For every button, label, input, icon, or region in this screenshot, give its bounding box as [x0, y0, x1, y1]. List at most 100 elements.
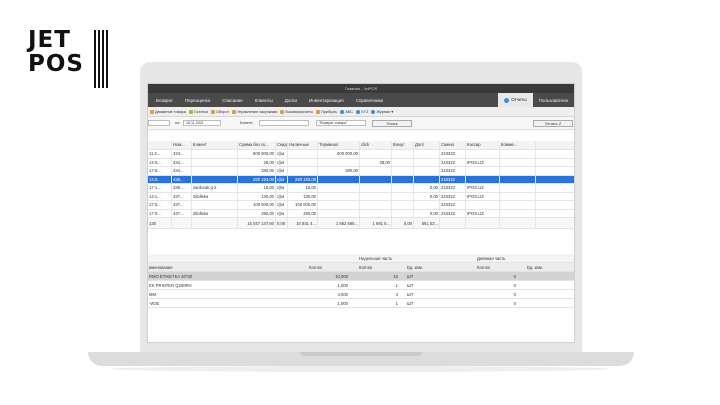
journal-icon	[371, 109, 376, 114]
date-to-field[interactable]: 18.11.2021	[183, 120, 221, 126]
table-cell: 0,00	[392, 218, 414, 228]
table-cell	[526, 281, 570, 289]
tab-reports[interactable]: Отчеты	[498, 93, 533, 107]
table-cell	[392, 209, 414, 217]
table-cell	[360, 209, 392, 217]
table-cell: 243322	[440, 150, 466, 158]
table-cell: 290,00	[288, 209, 318, 217]
toolbar-item-xyz[interactable]: XYZ	[356, 109, 368, 114]
logo-line-1: JET	[28, 27, 71, 53]
table-cell: 100 000,00	[238, 201, 276, 209]
table-cell	[526, 290, 570, 298]
table-cell: 561 53...	[414, 218, 440, 228]
table-row[interactable]: EK PRINTER Q260RH 1,000 1 ШТ 0	[148, 281, 574, 290]
table-row[interactable]: 14:1... 437... Zilolleka 130,00 сўм 130,00 0,0…	[148, 192, 574, 201]
table-cell	[360, 184, 392, 192]
table-cell	[500, 167, 536, 175]
menu-item-inventory[interactable]: Инвентаризация	[309, 98, 344, 103]
column-header[interactable]: click	[360, 141, 392, 149]
date-from-field[interactable]	[148, 120, 170, 126]
table-cell: 243322	[440, 209, 466, 217]
table-row[interactable]: RMO ETIKETKA 40*30 10,000 10 ШТ 0	[148, 272, 574, 281]
toolbar-item-purchasing[interactable]: Управление закупками	[232, 109, 277, 114]
table-cell: 243322	[440, 184, 466, 192]
table-row[interactable]: 11:2... 434... 600 000,00 сўм 600 000,00 2433…	[148, 150, 574, 159]
detail-header-row: именование Кол-во Кол-во Ед. изм. Кол-во Ед. …	[148, 263, 574, 272]
column-header[interactable]: Кол-во	[476, 263, 517, 271]
table-cell: 280 193,00	[238, 175, 276, 183]
table-cell	[360, 150, 392, 158]
table-cell	[500, 158, 536, 166]
toolbar-item-settlements[interactable]: Взаиморасчеты	[280, 109, 313, 114]
table-header-row[interactable]: Ном...КлиентСумма без ск...СкидкаНаличны…	[148, 141, 574, 150]
table-row[interactable]: -W35 1,000 1 ШТ 0	[148, 299, 574, 308]
table-cell: -W35	[149, 301, 160, 306]
table-row[interactable]: 17:5... 434... 280,00 сўм 280,00 243322	[148, 167, 574, 176]
table-cell: RMO ETIKETKA 40*30	[149, 274, 193, 279]
column-header[interactable]: Сумма без ск...	[238, 141, 276, 149]
column-header[interactable]: Кол-во	[308, 263, 349, 271]
tab-users[interactable]: Пользователи	[533, 98, 574, 103]
toolbar-item-journal[interactable]: Журнал ▾	[371, 109, 393, 114]
menu-right: Отчеты Пользователи	[498, 93, 574, 107]
column-header[interactable]: Наличные	[288, 141, 318, 149]
menu-item-clients[interactable]: Клиенты	[255, 98, 273, 103]
table-totals-row: 120 15 047 147,50 0,00 10 931 4... 1 862 665…	[148, 218, 574, 229]
table-row[interactable]: 14:0... 434... 28,00 сўм 28,00 243322 IPOS.UZ	[148, 158, 574, 167]
menu-item-writeoff[interactable]: Списание	[222, 98, 242, 103]
table-row[interactable]: 17:0... 437... 100 000,00 сўм 100 000,00 2433…	[148, 201, 574, 210]
column-header[interactable]: Ед. изм.	[526, 263, 570, 271]
client-select[interactable]	[259, 120, 309, 126]
stage: JET POS Главная - JetPOS Возврат Переоце…	[0, 0, 720, 405]
search-button[interactable]: Поиск	[372, 120, 412, 127]
table-cell	[440, 218, 466, 228]
column-header[interactable]: именование	[148, 263, 294, 271]
toolbar-item-stock[interactable]: Остатки	[188, 109, 208, 114]
xyz-icon	[356, 109, 360, 114]
toolbar-item-movement[interactable]: Движение товара	[150, 109, 186, 114]
column-header[interactable]: Кассир	[466, 141, 500, 149]
table-row[interactable]: 14:3... 435... 280 193,00 сўм 280 193,00 2433…	[148, 175, 574, 184]
table-cell: 15 047 147,50	[238, 218, 276, 228]
table-cell: 0	[513, 292, 516, 297]
table-cell: 120	[148, 218, 172, 228]
group-day-label: Дневная часть	[477, 256, 506, 261]
menu-item-references[interactable]: Справочники	[356, 98, 383, 103]
column-header[interactable]: Смена	[440, 141, 466, 149]
report-icon	[210, 109, 215, 114]
menu-item-debts[interactable]: Долги	[285, 98, 297, 103]
jetpos-logo: JET POS	[28, 28, 118, 88]
column-header[interactable]: Комме...	[500, 141, 536, 149]
column-header[interactable]: Ед. изм.	[406, 263, 462, 271]
table-row[interactable]: MM 4,000 4 ШТ 0	[148, 290, 574, 299]
column-header[interactable]: Терминал	[318, 141, 360, 149]
table-cell: 434...	[172, 158, 192, 166]
column-header[interactable]: Бонус	[392, 141, 414, 149]
column-header[interactable]	[148, 141, 172, 149]
table-cell: сўм	[276, 192, 288, 200]
menu-item-revaluation[interactable]: Переоценка	[185, 98, 210, 103]
operation-type-select[interactable]: "Возврат товара"	[316, 120, 366, 126]
table-cell	[392, 175, 414, 183]
table-row[interactable]: 17:1... 436... sardorak g-2 15,00 сўм 15,00 0,…	[148, 184, 574, 193]
toolbar-item-turnover[interactable]: Оборот	[210, 109, 229, 114]
detail-group-header: Недельная часть Дневная часть	[148, 254, 574, 263]
table-cell: Zilolleka	[192, 192, 238, 200]
table-cell: Zilolleka	[192, 209, 238, 217]
table-cell	[192, 175, 238, 183]
column-header[interactable]: Клиент	[192, 141, 238, 149]
table-cell	[414, 201, 440, 209]
menu-item-return[interactable]: Возврат	[156, 98, 173, 103]
print-z-button[interactable]: Печать Z	[533, 120, 573, 127]
toolbar-item-profit[interactable]: Прибыль	[316, 109, 337, 114]
toolbar-item-abc[interactable]: ABC	[340, 109, 353, 114]
column-header[interactable]: Ном...	[172, 141, 192, 149]
table-cell	[172, 218, 192, 228]
column-header[interactable]: Скидка	[276, 141, 288, 149]
table-cell: сўм	[276, 158, 288, 166]
column-header[interactable]: Кол-во	[358, 263, 399, 271]
column-header[interactable]: Долг	[414, 141, 440, 149]
table-cell: 243322	[440, 192, 466, 200]
table-row[interactable]: 17:0... 437... Zilolleka 290,00 сўм 290,00 0,0…	[148, 209, 574, 218]
report-icon	[150, 109, 154, 114]
